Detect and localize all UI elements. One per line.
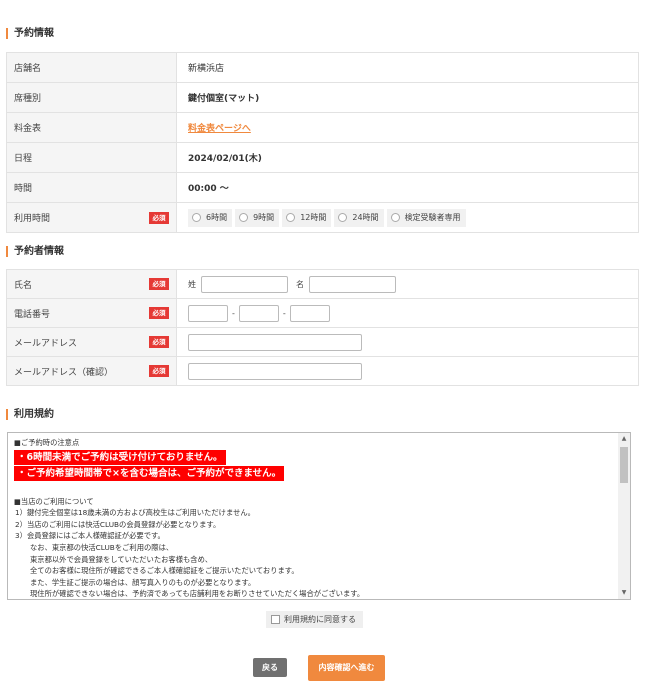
reservation-section-title: 予約情報: [6, 28, 54, 39]
duration-label: 利用時間: [14, 214, 51, 224]
terms-line: ■ご予約時の注意点: [14, 438, 80, 447]
terms-highlight: ・6時間未満でご予約は受け付けておりません。: [14, 449, 226, 465]
last-name-input[interactable]: [201, 275, 288, 293]
fee-label: 料金表: [6, 112, 177, 143]
email-confirm-input[interactable]: [188, 362, 362, 380]
terms-line: 1）鍵付完全個室は18歳未満の方および高校生はご利用いただけません。: [15, 508, 255, 518]
radio-icon[interactable]: [286, 213, 296, 222]
store-value: 新横浜店: [176, 52, 639, 83]
scrollbar-thumb[interactable]: [620, 447, 628, 483]
email-confirm-row: メールアドレス（確認） 必須: [6, 356, 639, 386]
time-row: 時間 00:00 ～: [6, 172, 639, 203]
date-row: 日程 2024/02/01(木): [6, 142, 639, 173]
scroll-down-icon[interactable]: ▼: [618, 587, 630, 599]
duration-option-24h[interactable]: 24時間: [334, 208, 384, 227]
phone-separator: -: [282, 308, 286, 318]
seat-row: 席種別 鍵付個室(マット): [6, 82, 639, 113]
phone-input-1[interactable]: [188, 304, 228, 322]
applicant-section-title: 予約者情報: [6, 246, 64, 257]
required-badge: 必須: [149, 365, 169, 377]
seat-value: 鍵付個室(マット): [176, 82, 639, 113]
required-badge: 必須: [149, 307, 169, 319]
name-label: 氏名: [14, 280, 33, 291]
first-name-label: 名: [296, 279, 304, 289]
radio-icon[interactable]: [338, 213, 348, 222]
terms-line: 東京都以外で会員登録をしていただいたお客様も含め、: [30, 554, 213, 564]
phone-row: 電話番号 必須 - -: [6, 298, 639, 328]
terms-content: ■ご予約時の注意点 ・6時間未満でご予約は受け付けておりません。 ・ご予約希望時…: [14, 437, 614, 599]
terms-highlight: ・ご予約希望時間帯で×を含む場合は、ご予約ができません。: [14, 465, 285, 481]
required-badge: 必須: [149, 278, 169, 290]
fee-page-link[interactable]: 料金表ページへ: [188, 124, 251, 134]
time-label: 時間: [6, 172, 177, 203]
terms-line: 現住所が確認できない場合は、予約済であっても店舗利用をお断りさせていただく場合が…: [30, 589, 365, 599]
store-label: 店舗名: [6, 52, 177, 83]
radio-icon[interactable]: [239, 213, 249, 222]
terms-scrollbar[interactable]: ▲ ▼: [618, 433, 630, 599]
phone-label: 電話番号: [14, 309, 51, 320]
email-label: メールアドレス: [14, 338, 78, 349]
store-row: 店舗名 新横浜店: [6, 52, 639, 83]
duration-option-9h[interactable]: 9時間: [235, 208, 280, 227]
duration-option-12h[interactable]: 12時間: [282, 208, 332, 227]
required-badge: 必須: [149, 336, 169, 348]
fee-row: 料金表 料金表ページへ: [6, 112, 639, 143]
last-name-label: 姓: [188, 279, 196, 289]
required-badge: 必須: [149, 211, 169, 224]
date-value: 2024/02/01(木): [176, 142, 639, 173]
terms-line: なお、東京都の快活CLUBをご利用の際は、: [30, 542, 174, 552]
name-row: 氏名 必須 姓 名: [6, 269, 639, 299]
duration-options: 6時間 9時間 12時間 24時間 検定受験者専用: [176, 202, 639, 233]
date-label: 日程: [6, 142, 177, 173]
first-name-input[interactable]: [309, 275, 396, 293]
phone-input-2[interactable]: [238, 304, 279, 322]
reservation-table: 店舗名 新横浜店 席種別 鍵付個室(マット) 料金表 料金表ページへ 日程 20…: [6, 52, 639, 233]
duration-option-exam[interactable]: 検定受験者専用: [386, 208, 466, 227]
terms-line: 2）当店のご利用には快活CLUBの会員登録が必要となります。: [15, 519, 221, 529]
seat-label: 席種別: [6, 82, 177, 113]
scroll-up-icon[interactable]: ▲: [618, 433, 630, 445]
terms-line: 全てのお客様に現住所が確認できるご本人様確認証をご提示いただいております。: [30, 566, 299, 576]
radio-icon[interactable]: [390, 213, 400, 222]
agree-terms-label: 利用規約に同意する: [284, 615, 356, 624]
checkbox-icon[interactable]: [271, 615, 280, 624]
agree-terms-checkbox[interactable]: 利用規約に同意する: [266, 611, 363, 628]
email-input[interactable]: [188, 333, 362, 351]
duration-row: 利用時間 必須 6時間 9時間 12時間 24時間 検定受験者専用: [6, 202, 639, 233]
terms-line: 3）会員登録にはご本人様確認証が必要です。: [15, 531, 165, 541]
email-confirm-label: メールアドレス（確認）: [14, 367, 114, 378]
phone-separator: -: [232, 308, 235, 318]
terms-section-title: 利用規約: [6, 409, 54, 420]
phone-input-3[interactable]: [289, 304, 330, 322]
back-button[interactable]: 戻る: [253, 658, 287, 677]
confirm-button[interactable]: 内容確認へ進む: [308, 655, 385, 681]
radio-icon[interactable]: [192, 213, 201, 222]
email-row: メールアドレス 必須: [6, 327, 639, 357]
terms-line: また、学生証ご提示の場合は、顔写真入りのものが必要となります。: [30, 577, 256, 587]
time-value: 00:00 ～: [176, 172, 639, 203]
terms-line: ■当店のご利用について: [14, 496, 94, 506]
duration-option-6h[interactable]: 6時間: [188, 208, 233, 227]
applicant-table: 氏名 必須 姓 名 電話番号 必須 - - メールアドレス 必須 メールアドレス（確…: [6, 269, 639, 386]
terms-textbox[interactable]: ■ご予約時の注意点 ・6時間未満でご予約は受け付けておりません。 ・ご予約希望時…: [7, 432, 631, 600]
